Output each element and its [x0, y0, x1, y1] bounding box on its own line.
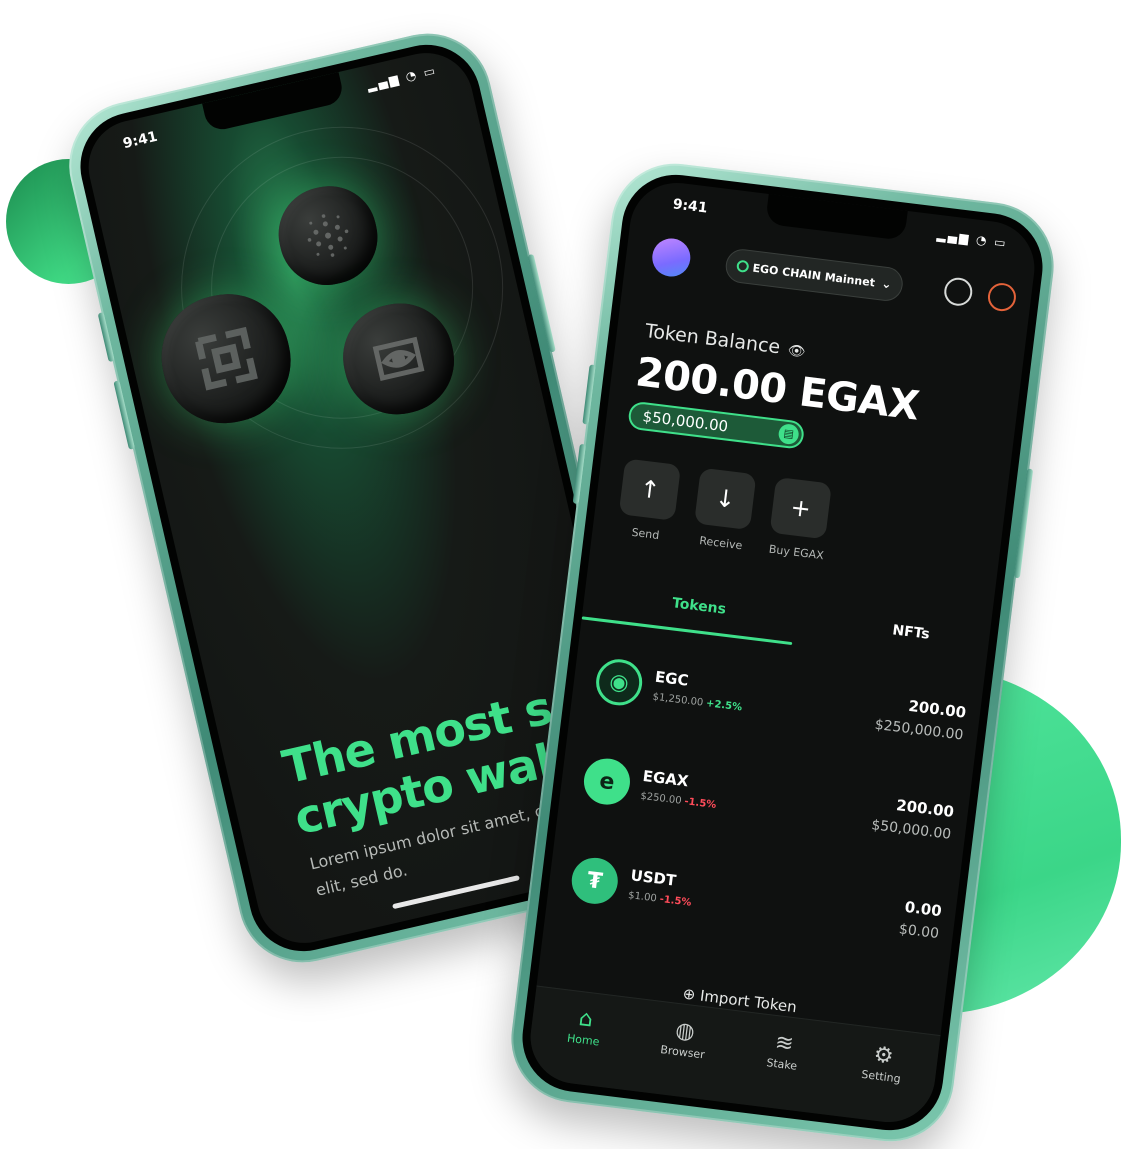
usdt-token-icon: ₮ — [569, 855, 621, 907]
status-time: 9:41 — [121, 128, 159, 153]
receive-label: Receive — [698, 534, 744, 553]
token-price: $250.00 -1.5% — [640, 791, 717, 811]
token-symbol: EGC — [654, 667, 690, 690]
status-icons: ▂▄▆ ◔ ▭ — [365, 63, 439, 93]
eye-icon[interactable]: 👁 — [787, 342, 807, 360]
usd-balance: $50,000.00 — [641, 407, 730, 436]
volume-button — [582, 364, 596, 425]
arrow-up-icon[interactable]: ↑ — [618, 458, 682, 521]
arrow-down-icon[interactable]: ↓ — [694, 467, 757, 531]
token-symbol: USDT — [629, 866, 678, 890]
price-value: $1.00 — [627, 890, 658, 905]
copy-icon[interactable]: ▤ — [777, 422, 800, 446]
token-price: $1,250.00 +2.5% — [652, 692, 743, 714]
power-button — [1013, 468, 1034, 579]
wallet-screen: 9:41 ▂▄▆ ◔ ▭ EGO CHAIN Mainnet ⌄ Token B… — [525, 177, 1040, 1128]
tab-tokens[interactable]: Tokens — [671, 595, 727, 617]
network-name: EGO CHAIN Mainnet — [751, 261, 876, 289]
token-symbol: EGAX — [641, 766, 690, 791]
token-amount: 0.00 — [903, 897, 943, 921]
nav-browser[interactable]: ◍ Browser — [647, 1015, 721, 1063]
decorative-ring — [149, 94, 536, 481]
egc-token-icon: ◉ — [593, 656, 645, 708]
ego-chain-icon — [736, 259, 750, 273]
price-change: -1.5% — [683, 796, 717, 812]
price-value: $1,250.00 — [651, 691, 704, 709]
scan-icon[interactable] — [942, 276, 974, 308]
status-icons: ▂▄▆ ◔ ▭ — [936, 227, 1009, 251]
notch — [764, 193, 908, 241]
token-row-egax[interactable]: e EGAX $250.00 -1.5% 200.00 $50,000.00 — [557, 753, 969, 872]
buy-label: Buy EGAX — [768, 542, 825, 563]
token-amount: 200.00 — [895, 796, 955, 822]
price-change: -1.5% — [658, 893, 692, 909]
nav-setting[interactable]: ⚙ Setting — [846, 1039, 920, 1087]
token-value: $0.00 — [898, 921, 940, 943]
egax-token-icon: e — [581, 755, 633, 808]
token-price: $1.00 -1.5% — [628, 890, 692, 909]
tab-nfts[interactable]: NFTs — [892, 622, 931, 642]
notification-icon[interactable] — [986, 281, 1018, 313]
nav-home[interactable]: ⌂ Home — [548, 1003, 622, 1051]
token-value: $250,000.00 — [873, 716, 965, 744]
send-action[interactable]: ↑ Send — [616, 458, 683, 543]
price-change: +2.5% — [705, 698, 743, 714]
token-row-usdt[interactable]: ₮ USDT $1.00 -1.5% 0.00 $0.00 — [544, 853, 956, 972]
volume-button — [97, 312, 115, 363]
token-row-egc[interactable]: ◉ EGC $1,250.00 +2.5% 200.00 $250,000.00 — [569, 654, 981, 773]
plus-icon[interactable]: + — [769, 476, 832, 540]
send-label: Send — [630, 525, 660, 543]
active-tab-indicator — [581, 616, 793, 646]
chevron-down-icon: ⌄ — [880, 276, 893, 292]
token-value: $50,000.00 — [870, 817, 953, 843]
status-time: 9:41 — [671, 196, 709, 217]
notch — [202, 72, 346, 133]
buy-action[interactable]: + Buy EGAX — [767, 476, 834, 563]
nav-stake[interactable]: ≋ Stake — [746, 1027, 820, 1075]
price-value: $250.00 — [639, 790, 683, 807]
receive-action[interactable]: ↓ Receive — [691, 467, 758, 553]
avatar[interactable] — [650, 236, 693, 279]
network-selector[interactable]: EGO CHAIN Mainnet ⌄ — [723, 247, 905, 303]
token-amount: 200.00 — [907, 696, 968, 722]
